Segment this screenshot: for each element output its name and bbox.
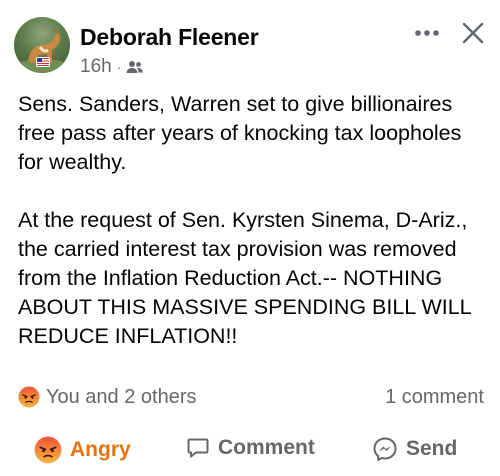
angry-emoji-icon	[18, 386, 40, 408]
comment-button[interactable]: Comment	[186, 436, 315, 460]
flag-badge-icon	[37, 58, 49, 66]
post-meta: 16h ·	[80, 56, 144, 78]
post-text: Sens. Sanders, Warren set to give billio…	[18, 90, 488, 351]
reactions-text: You and 2 others	[46, 385, 197, 408]
post-header: Deborah Fleener 16h ·	[0, 0, 500, 84]
close-icon	[462, 22, 484, 44]
angry-emoji-icon	[34, 436, 62, 464]
messenger-icon	[373, 437, 397, 461]
more-options-button[interactable]	[410, 18, 444, 48]
friends-icon	[126, 61, 144, 73]
reaction-summary[interactable]: You and 2 others	[18, 386, 197, 409]
action-bar: Angry Comment Send	[0, 430, 500, 474]
author-name[interactable]: Deborah Fleener	[80, 24, 259, 51]
send-label: Send	[406, 437, 458, 460]
post-paragraph: Sens. Sanders, Warren set to give billio…	[18, 92, 462, 174]
close-button[interactable]	[456, 16, 490, 50]
comment-label: Comment	[218, 436, 315, 459]
post-stats: You and 2 others 1 comment	[18, 382, 484, 412]
comment-bubble-icon	[187, 438, 209, 458]
post-time[interactable]: 16h	[80, 56, 112, 78]
comment-count[interactable]: 1 comment	[385, 386, 484, 409]
react-label: Angry	[70, 438, 131, 461]
more-icon	[415, 30, 439, 36]
meta-separator: ·	[116, 59, 122, 75]
post-paragraph: At the request of Sen. Kyrsten Sinema, D…	[18, 208, 471, 348]
send-button[interactable]: Send	[372, 436, 457, 462]
react-angry-button[interactable]: Angry	[34, 436, 131, 464]
